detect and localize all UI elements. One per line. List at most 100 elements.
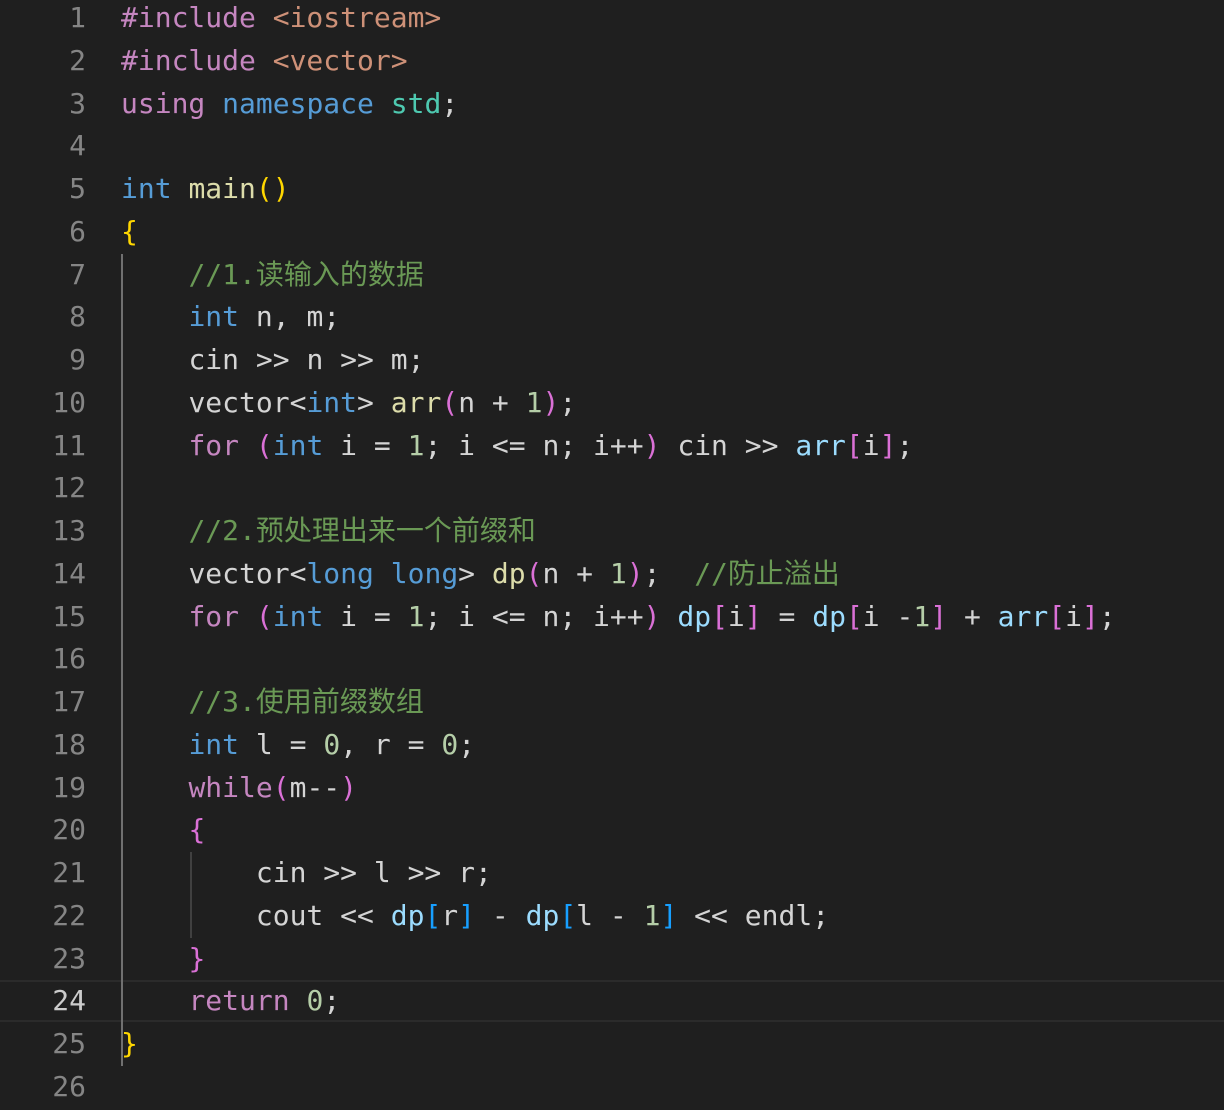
code-token: i - — [862, 599, 914, 633]
code-token: ] — [744, 599, 762, 633]
code-text: { — [121, 809, 205, 851]
code-token: ; — [896, 428, 914, 462]
code-token: , r = — [340, 727, 442, 761]
code-text: using namespace std; — [121, 83, 458, 125]
code-token: ) — [340, 770, 358, 804]
code-line[interactable]: 8 int n, m; — [0, 296, 1224, 338]
code-token: ] — [879, 428, 897, 462]
code-line[interactable]: 12 — [0, 467, 1224, 509]
code-token: ) — [643, 599, 661, 633]
code-text: #include <vector> — [121, 40, 408, 82]
code-token: //1. — [188, 257, 256, 291]
code-token: #include — [121, 1, 256, 34]
line-number: 25 — [52, 1027, 86, 1060]
code-line[interactable]: 19 while(m--) — [0, 767, 1224, 809]
code-token: cin >> — [660, 428, 796, 462]
code-token: main — [188, 172, 256, 205]
code-line[interactable]: 5 int main() — [0, 168, 1224, 210]
line-number: 22 — [52, 898, 86, 932]
line-number: 17 — [52, 685, 86, 718]
code-line[interactable]: 21 cin >> l >> r; — [0, 852, 1224, 894]
code-text: //2.预处理出来一个前缀和 — [121, 510, 535, 552]
code-line[interactable]: 9 cin >> n >> m; — [0, 339, 1224, 381]
code-text: int n, m; — [121, 296, 340, 338]
line-number: 9 — [69, 343, 86, 376]
code-token: [ — [711, 599, 728, 633]
code-line[interactable]: 1 #include <iostream> — [0, 0, 1224, 39]
code-line[interactable]: 23 } — [0, 938, 1224, 980]
code-line[interactable]: 11 for (int i = 1; i <= n; i++) cin >> a… — [0, 425, 1224, 467]
code-text: #include <iostream> — [121, 0, 441, 39]
code-token: ) — [542, 385, 560, 419]
code-token: i — [862, 428, 880, 462]
code-line[interactable]: 13 //2.预处理出来一个前缀和 — [0, 510, 1224, 552]
code-line[interactable]: 16 — [0, 638, 1224, 680]
code-token: l - — [576, 898, 644, 932]
code-text: vector<int> arr(n + 1); — [121, 382, 576, 424]
line-number: 5 — [69, 172, 86, 205]
code-token: ( — [441, 385, 459, 419]
code-token: for — [188, 599, 240, 633]
code-token: 使用前缀数组 — [255, 685, 424, 718]
code-token: > — [458, 556, 492, 590]
code-line[interactable]: 18 int l = 0, r = 0; — [0, 724, 1224, 766]
code-line[interactable]: 14 vector<long long> dp(n + 1); //防止溢出 — [0, 553, 1224, 595]
line-number: 6 — [69, 214, 86, 248]
code-token: dp — [491, 556, 526, 590]
code-text: vector<long long> dp(n + 1); //防止溢出 — [121, 553, 840, 595]
code-line[interactable]: 24 return 0; — [0, 980, 1224, 1023]
code-text: while(m--) — [121, 767, 357, 809]
code-token: //3. — [188, 685, 256, 718]
indent-guide-while — [190, 852, 192, 938]
code-line[interactable]: 15 for (int i = 1; i <= n; i++) dp[i] = … — [0, 596, 1224, 638]
code-line[interactable]: 6{ — [0, 211, 1224, 253]
code-line[interactable]: 17 //3.使用前缀数组 — [0, 681, 1224, 723]
code-token: [ — [1048, 599, 1066, 633]
code-line[interactable]: 20 { — [0, 809, 1224, 851]
code-token: // — [694, 556, 728, 590]
code-line[interactable]: 25} — [0, 1023, 1224, 1065]
code-token: i = — [323, 599, 408, 633]
code-text: for (int i = 1; i <= n; i++) cin >> arr[… — [121, 425, 913, 467]
code-token: ] — [1081, 599, 1099, 633]
code-line[interactable]: 22 cout << dp[r] - dp[l - 1] << endl; — [0, 895, 1224, 937]
code-token: int — [272, 428, 324, 462]
code-token: ( — [272, 770, 290, 804]
code-text: return 0; — [121, 980, 340, 1022]
code-token: 0 — [323, 727, 341, 761]
code-token: 0 — [306, 984, 324, 1018]
code-text: { — [121, 211, 138, 253]
code-token: long long — [306, 556, 459, 590]
code-line[interactable]: 7 //1.读输入的数据 — [0, 254, 1224, 296]
code-token: arr — [795, 428, 846, 462]
code-token: return — [188, 984, 290, 1018]
code-text: int main() — [121, 168, 290, 210]
code-token: << endl; — [677, 898, 830, 932]
code-token: + — [947, 599, 998, 633]
code-token: { — [121, 214, 138, 248]
code-token: n + — [458, 385, 526, 419]
code-line[interactable]: 3 using namespace std; — [0, 83, 1224, 125]
code-line[interactable]: 26 — [0, 1066, 1224, 1108]
code-token: 防止溢出 — [727, 556, 840, 590]
code-line[interactable]: 4 — [0, 125, 1224, 167]
code-token: ; — [559, 385, 577, 419]
code-text: int l = 0, r = 0; — [121, 724, 475, 766]
code-text: //1.读输入的数据 — [121, 254, 423, 296]
code-editor[interactable]: 1 #include <iostream> 2 #include <vector> 3 u… — [0, 0, 1224, 1110]
code-token: n, m; — [239, 300, 341, 334]
code-token: dp — [812, 599, 846, 633]
code-token: vector< — [188, 556, 307, 590]
code-line[interactable]: 2 #include <vector> — [0, 40, 1224, 82]
code-line[interactable]: 10 vector<int> arr(n + 1); — [0, 382, 1224, 424]
